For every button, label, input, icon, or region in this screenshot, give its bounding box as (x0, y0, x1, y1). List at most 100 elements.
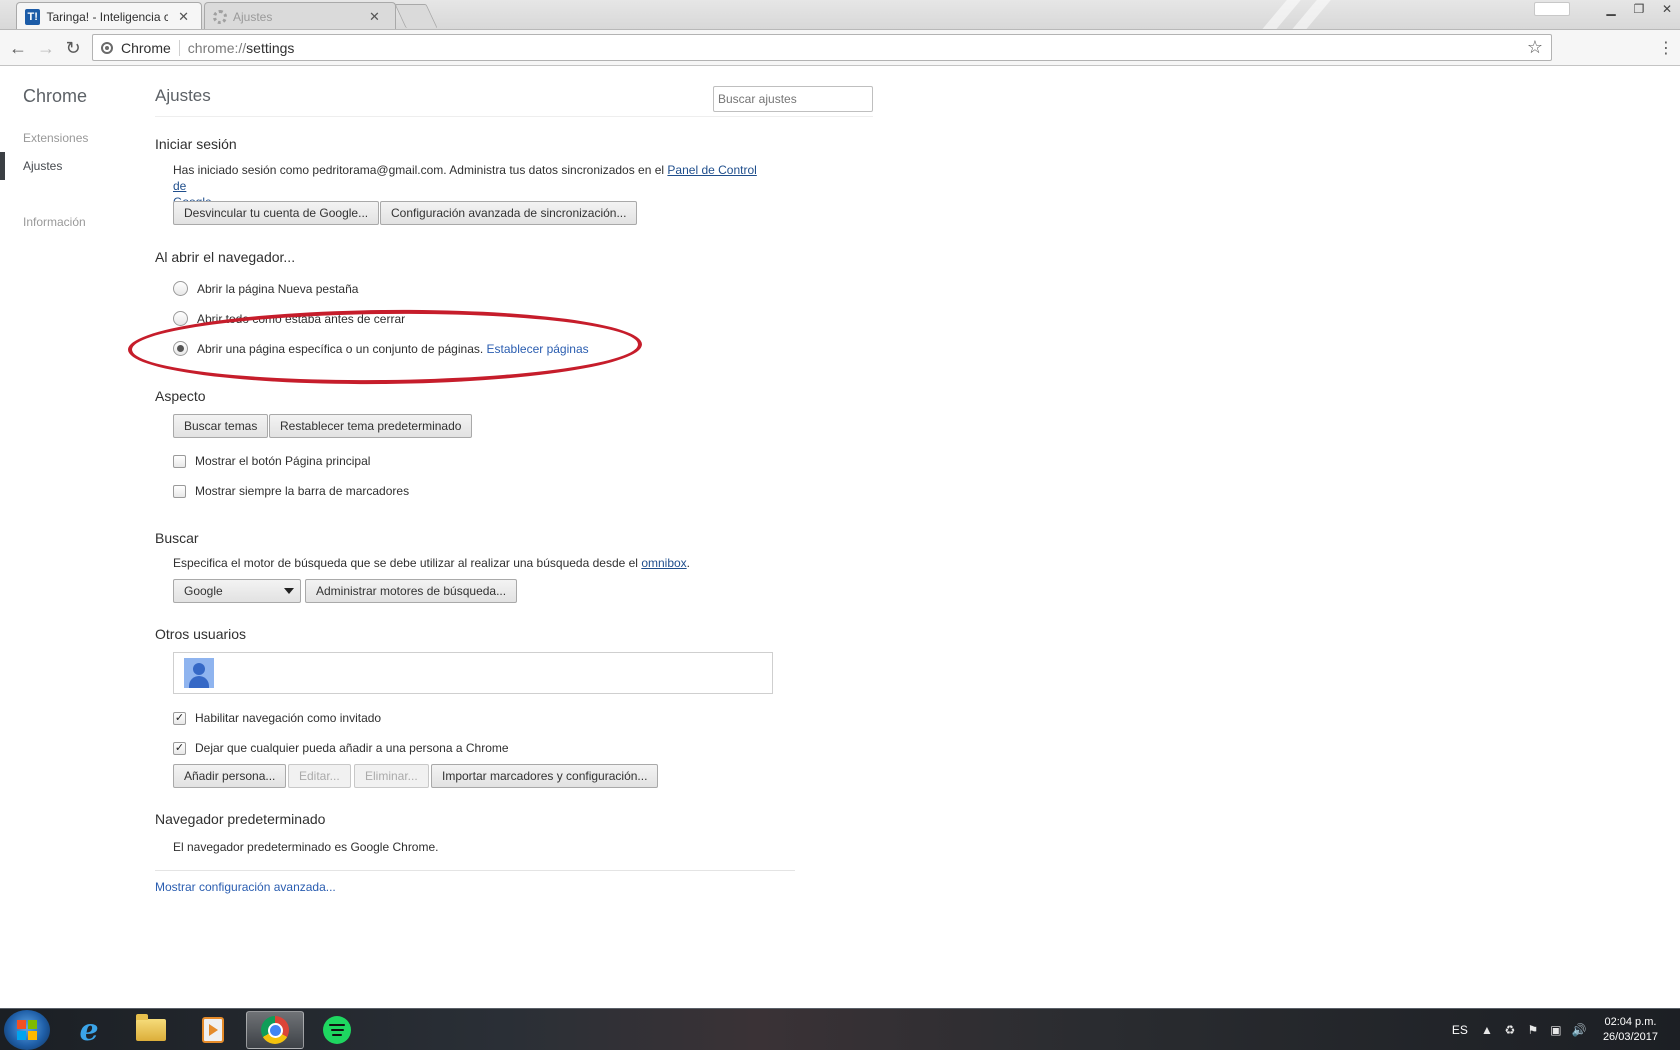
avatar[interactable] (184, 658, 214, 688)
omnibox-link[interactable]: omnibox (641, 556, 686, 570)
chrome-page-icon (101, 41, 113, 54)
add-person-button[interactable]: Añadir persona... (173, 764, 287, 788)
tab-ajustes[interactable]: Ajustes ✕ (204, 2, 396, 29)
forward-arrow-icon[interactable]: → (34, 36, 58, 60)
checkbox[interactable] (173, 484, 186, 498)
gear-icon (213, 9, 227, 24)
address-bar[interactable]: Chrome chrome://settings ☆ (92, 34, 1552, 61)
omnibox-url[interactable]: chrome://settings (188, 40, 295, 56)
search-engine-select[interactable]: Google (173, 579, 301, 603)
minimize-icon[interactable]: ▁ (1598, 0, 1624, 18)
taskbar-chrome[interactable] (246, 1011, 304, 1049)
show-bookmarks-bar-option[interactable]: Mostrar siempre la barra de marcadores (173, 484, 409, 498)
taskbar-media-player[interactable] (184, 1011, 242, 1049)
sync-icon[interactable]: ♻ (1503, 1023, 1517, 1037)
guest-browsing-option[interactable]: ✓ Habilitar navegación como invitado (173, 711, 381, 725)
search-engine-value: Google (184, 584, 223, 598)
profile-button[interactable] (1534, 2, 1570, 16)
show-hidden-icons-icon[interactable]: ▲ (1480, 1023, 1494, 1037)
startup-option-specific-pages[interactable]: Abrir una página específica o un conjunt… (173, 341, 589, 356)
get-themes-button[interactable]: Buscar temas (173, 414, 269, 438)
import-bookmarks-button[interactable]: Importar marcadores y configuración... (431, 764, 659, 788)
clock[interactable]: 02:04 p.m. 26/03/2017 (1603, 1015, 1658, 1045)
checkbox[interactable] (173, 454, 186, 468)
start-button[interactable] (4, 1010, 50, 1050)
startup-option-continue[interactable]: Abrir todo como estaba antes de cerrar (173, 311, 405, 326)
edit-person-button[interactable]: Editar... (288, 764, 351, 788)
checkbox-checked[interactable]: ✓ (173, 711, 186, 725)
section-title-search: Buscar (155, 530, 199, 546)
media-player-icon (202, 1017, 224, 1043)
startup-option-label: Abrir la página Nueva pestaña (197, 281, 359, 296)
action-center-flag-icon[interactable]: ⚑ (1526, 1023, 1540, 1037)
show-home-button-option[interactable]: Mostrar el botón Página principal (173, 454, 370, 468)
radio-button-checked[interactable] (173, 341, 188, 356)
taskbar-internet-explorer[interactable]: e (60, 1011, 118, 1049)
set-pages-link[interactable]: Establecer páginas (487, 342, 589, 356)
close-icon[interactable]: ✕ (178, 9, 189, 25)
page-title: Ajustes (155, 86, 211, 105)
taringa-icon: T! (25, 8, 41, 25)
startup-option-text: Abrir una página específica o un conjunt… (197, 341, 484, 356)
manage-search-engines-button[interactable]: Administrar motores de búsqueda... (305, 579, 518, 603)
default-browser-text: El navegador predeterminado es Google Ch… (173, 840, 439, 854)
sidebar-item-about[interactable]: Información (23, 215, 86, 229)
settings-search-input[interactable] (713, 86, 873, 112)
sidebar: Chrome Extensiones Ajustes Información (0, 66, 150, 1006)
volume-icon[interactable]: 🔊 (1571, 1023, 1586, 1037)
section-title-startup: Al abrir el navegador... (155, 249, 296, 265)
tab-label: Taringa! - Inteligencia co (46, 9, 169, 24)
url-path: settings (246, 39, 295, 56)
sidebar-selected-marker (0, 152, 5, 180)
search-text-end: . (686, 556, 691, 570)
taskbar-file-explorer[interactable] (122, 1011, 180, 1049)
avatar-head (193, 663, 205, 675)
sidebar-item-extensions[interactable]: Extensiones (23, 131, 88, 145)
reset-theme-button[interactable]: Restablecer tema predeterminado (269, 414, 473, 438)
advanced-sync-button[interactable]: Configuración avanzada de sincronización… (380, 201, 638, 225)
disconnect-account-button[interactable]: Desvincular tu cuenta de Google... (173, 201, 380, 225)
radio-button[interactable] (173, 311, 188, 326)
checkbox-checked[interactable]: ✓ (173, 741, 186, 755)
chrome-icon (261, 1016, 289, 1044)
remove-person-button[interactable]: Eliminar... (354, 764, 429, 788)
section-title-users: Otros usuarios (155, 626, 247, 642)
chevron-down-icon (284, 588, 294, 594)
windows-logo-icon (17, 1020, 37, 1040)
bookmark-star-icon[interactable]: ☆ (1527, 37, 1543, 58)
language-indicator[interactable]: ES (1452, 1023, 1468, 1037)
section-title-signin: Iniciar sesión (155, 136, 237, 152)
startup-option-newtab[interactable]: Abrir la página Nueva pestaña (173, 281, 358, 296)
restore-icon[interactable]: ❐ (1626, 0, 1652, 18)
checkbox-label: Habilitar navegación como invitado (195, 711, 382, 725)
search-text: Especifica el motor de búsqueda que se d… (173, 556, 642, 570)
menu-icon[interactable]: ⋮ (1658, 38, 1674, 58)
radio-button[interactable] (173, 281, 188, 296)
reload-icon[interactable]: ↻ (61, 36, 85, 60)
show-advanced-settings-link[interactable]: Mostrar configuración avanzada... (155, 880, 336, 894)
footer-divider (155, 870, 795, 871)
checkbox-label: Mostrar el botón Página principal (195, 454, 371, 468)
sidebar-item-settings[interactable]: Ajustes (23, 159, 62, 173)
url-scheme: chrome:// (187, 39, 247, 56)
tab-taringa[interactable]: T! Taringa! - Inteligencia co ✕ (16, 2, 202, 29)
system-tray: ES ▲ ♻ ⚑ ▣ 🔊 02:04 p.m. 26/03/2017 (1452, 1009, 1680, 1050)
section-title-default-browser: Navegador predeterminado (155, 811, 326, 827)
checkbox-label: Dejar que cualquier pueda añadir a una p… (195, 741, 509, 755)
users-list[interactable] (173, 652, 773, 694)
close-window-icon[interactable]: ✕ (1654, 0, 1680, 18)
sidebar-brand: Chrome (23, 86, 88, 106)
startup-option-label: Abrir una página específica o un conjunt… (197, 342, 589, 356)
back-arrow-icon[interactable]: ← (6, 36, 30, 60)
browser-toolbar: ← → ↻ Chrome chrome://settings ☆ ⋮ (0, 30, 1680, 66)
header-divider (155, 116, 873, 117)
taskbar-spotify[interactable] (308, 1011, 366, 1049)
omnibox-chip: Chrome (121, 39, 180, 56)
allow-add-person-option[interactable]: ✓ Dejar que cualquier pueda añadir a una… (173, 741, 509, 755)
avatar-body (189, 676, 209, 688)
close-icon[interactable]: ✕ (369, 9, 380, 25)
window-controls: ▁ ❐ ✕ (1598, 0, 1680, 20)
network-icon[interactable]: ▣ (1549, 1023, 1563, 1037)
clock-time: 02:04 p.m. (1604, 1016, 1657, 1028)
new-tab-button[interactable] (394, 4, 438, 28)
